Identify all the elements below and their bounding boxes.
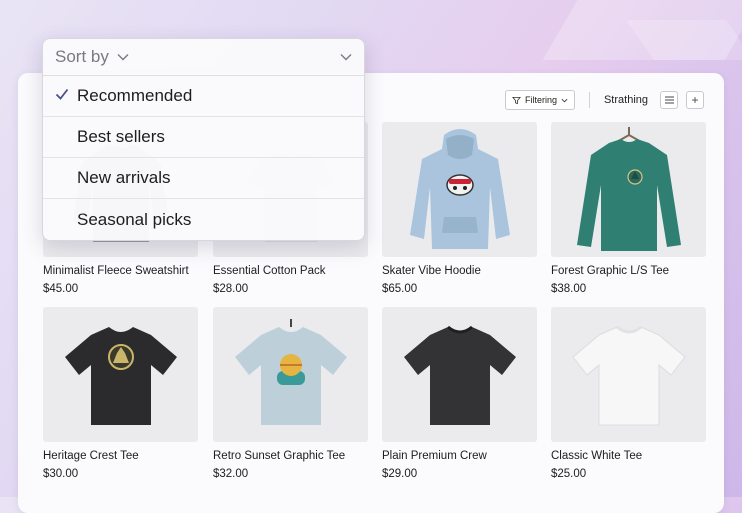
plus-icon: + (691, 93, 699, 107)
funnel-icon (512, 96, 521, 104)
product-price: $29.00 (382, 468, 418, 480)
product-name: Plain Premium Crew (382, 450, 487, 462)
toolbar: Filtering Strathing + (504, 90, 704, 110)
product-name: Retro Sunset Graphic Tee (213, 450, 346, 462)
chevron-down-icon (561, 98, 568, 102)
product-card[interactable]: Skater Vibe Hoodie $65.00 (382, 122, 537, 295)
sort-option-label: Recommended (77, 86, 193, 105)
add-button[interactable]: + (686, 91, 704, 109)
product-price: $38.00 (551, 283, 587, 295)
product-image (382, 307, 537, 442)
sort-option-recommended[interactable]: Recommended (43, 76, 364, 117)
sort-option-label: Best sellers (77, 127, 165, 146)
product-card[interactable]: Classic White Tee $25.00 (551, 307, 706, 480)
sort-dropdown-header[interactable]: Sort by (43, 39, 364, 76)
product-image (551, 122, 706, 257)
sort-option-seasonal-picks[interactable]: Seasonal picks (43, 199, 364, 240)
product-image (551, 307, 706, 442)
product-price: $32.00 (213, 468, 249, 480)
chevron-down-icon[interactable] (340, 53, 352, 61)
product-name: Skater Vibe Hoodie (382, 265, 481, 277)
product-price: $45.00 (43, 283, 79, 295)
filter-button[interactable]: Filtering (504, 90, 575, 110)
filter-label: Filtering (524, 95, 557, 105)
product-price: $25.00 (551, 468, 587, 480)
product-card[interactable]: Plain Premium Crew $29.00 (382, 307, 537, 480)
sort-label: Sort by (55, 47, 109, 66)
chevron-down-icon (117, 54, 129, 61)
sort-dropdown[interactable]: Sort by Recommended Best sellers New arr… (42, 38, 365, 241)
store-name: Strathing (603, 94, 648, 106)
product-image (43, 307, 198, 442)
tshirt-icon (64, 326, 177, 425)
product-image (213, 307, 368, 442)
product-card[interactable]: Retro Sunset Graphic Tee $32.00 (213, 307, 368, 480)
tshirt-icon (571, 325, 686, 425)
sort-option-new-arrivals[interactable]: New arrivals (43, 158, 364, 199)
tshirt-icon (403, 325, 516, 425)
product-price: $30.00 (43, 468, 79, 480)
product-name: Heritage Crest Tee (43, 450, 139, 462)
product-card[interactable]: Forest Graphic L/S Tee $38.00 (551, 122, 706, 295)
product-name: Classic White Tee (551, 450, 643, 462)
product-name: Minimalist Fleece Sweatshirt (43, 265, 189, 277)
sort-option-label: Seasonal picks (77, 209, 192, 229)
menu-icon (664, 96, 674, 104)
tshirt-icon (234, 318, 347, 425)
product-image (382, 122, 537, 257)
sort-option-best-sellers[interactable]: Best sellers (43, 117, 364, 158)
product-name: Essential Cotton Pack (213, 265, 326, 277)
toolbar-divider (588, 92, 590, 108)
checkmark-icon (55, 88, 69, 100)
product-price: $65.00 (382, 283, 418, 295)
list-view-button[interactable] (660, 91, 678, 109)
product-price: $28.00 (213, 283, 249, 295)
sort-option-label: New arrivals (77, 168, 171, 187)
longsleeve-tee-icon (576, 126, 681, 251)
hoodie-icon (409, 128, 510, 249)
product-card[interactable]: Heritage Crest Tee $30.00 (43, 307, 198, 480)
product-name: Forest Graphic L/S Tee (551, 265, 670, 277)
